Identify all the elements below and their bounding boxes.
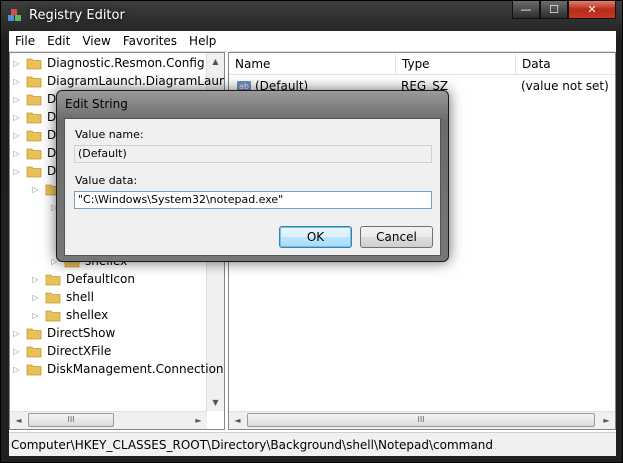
tree-item[interactable]: ▷ Di: [12, 126, 59, 144]
menu-edit[interactable]: Edit: [41, 31, 76, 51]
menu-bar: File Edit View Favorites Help: [9, 31, 616, 52]
registry-editor-window: Registry Editor — ☐ ✕ File Edit View Fav…: [0, 0, 623, 463]
title-bar[interactable]: Registry Editor — ☐ ✕: [1, 1, 622, 31]
ok-button[interactable]: OK: [279, 226, 352, 248]
folder-icon: [45, 274, 61, 285]
folder-icon: [26, 166, 42, 177]
list-scroll-left-arrow-icon[interactable]: ◄: [229, 412, 246, 429]
expand-arrow-icon[interactable]: ▷: [12, 77, 21, 86]
tree-item[interactable]: ▷ DefaultIcon: [31, 270, 135, 288]
expand-arrow-icon[interactable]: ▷: [31, 275, 40, 284]
tree-scroll-thumb[interactable]: III: [28, 413, 114, 427]
scroll-down-arrow-icon[interactable]: ▼: [207, 394, 224, 411]
tree-item[interactable]: ▷ Diagnostic.Resmon.Config: [12, 54, 205, 72]
regedit-icon: [8, 9, 21, 21]
expand-arrow-icon[interactable]: ▷: [31, 293, 40, 302]
tree-item-label: DirectShow: [47, 326, 116, 340]
folder-icon: [26, 94, 42, 105]
expand-arrow-icon[interactable]: ▷: [12, 149, 21, 158]
expand-arrow-icon[interactable]: ▷: [12, 329, 21, 338]
column-header-name[interactable]: Name: [229, 53, 396, 75]
expand-arrow-icon[interactable]: ▷: [12, 347, 21, 356]
tree-item[interactable]: ▷ Di: [12, 162, 59, 180]
folder-icon: [26, 148, 42, 159]
tree-horizontal-scrollbar[interactable]: ◄ III ►: [10, 411, 207, 429]
tree-item[interactable]: ▷ Di: [12, 108, 59, 126]
tree-item[interactable]: ▷ DirectXFile: [12, 342, 111, 360]
folder-icon: [26, 364, 42, 375]
tree-item-label: Diagnostic.Resmon.Config: [47, 56, 205, 70]
menu-favorites[interactable]: Favorites: [117, 31, 183, 51]
expand-arrow-icon[interactable]: ▷: [12, 113, 21, 122]
tree-item[interactable]: ▷ shell: [31, 288, 94, 306]
tree-item[interactable]: ▷ DiskManagement.Connection: [12, 360, 224, 378]
expand-arrow-icon[interactable]: ▷: [12, 365, 21, 374]
expand-arrow-icon[interactable]: ▷: [31, 311, 40, 320]
menu-view[interactable]: View: [76, 31, 116, 51]
folder-icon: [45, 310, 61, 321]
expand-arrow-icon[interactable]: ▷: [12, 59, 21, 68]
scroll-right-arrow-icon[interactable]: ►: [190, 412, 207, 429]
value-data-label: Value data:: [75, 174, 138, 187]
minimize-button[interactable]: —: [512, 1, 540, 19]
folder-icon: [26, 112, 42, 123]
tree-item[interactable]: ▷ DirectShow: [12, 324, 115, 342]
dialog-body: Value name: (Default) Value data: "C:\Wi…: [64, 118, 441, 256]
list-scroll-thumb[interactable]: III: [247, 413, 595, 427]
list-horizontal-scrollbar[interactable]: ◄ III ►: [229, 411, 615, 429]
close-button[interactable]: ✕: [568, 1, 616, 19]
tree-item-label: DefaultIcon: [66, 272, 135, 286]
folder-icon: [45, 292, 61, 303]
folder-icon: [26, 76, 42, 87]
expand-arrow-icon[interactable]: ▷: [12, 167, 21, 176]
edit-string-dialog: Edit String Value name: (Default) Value …: [56, 90, 449, 262]
tree-item-label: DirectXFile: [47, 344, 112, 358]
tree-item-label: DiagramLaunch.DiagramLaun: [47, 74, 225, 88]
scroll-up-arrow-icon[interactable]: ▲: [207, 53, 224, 70]
cancel-button[interactable]: Cancel: [360, 226, 433, 248]
column-header-type[interactable]: Type: [396, 53, 516, 75]
folder-icon: [26, 346, 42, 357]
tree-item-label: shell: [66, 290, 94, 304]
dialog-title: Edit String: [65, 97, 128, 111]
value-name-field: (Default): [74, 145, 432, 163]
value-name-label: Value name:: [75, 128, 144, 141]
maximize-button[interactable]: ☐: [540, 1, 568, 19]
menu-file[interactable]: File: [9, 31, 41, 51]
folder-icon: [26, 58, 42, 69]
tree-item-label: shellex: [66, 308, 109, 322]
list-scroll-right-arrow-icon[interactable]: ►: [598, 412, 615, 429]
column-header-data[interactable]: Data: [516, 53, 615, 75]
tree-item[interactable]: ▷ Di: [12, 90, 59, 108]
value-data-input[interactable]: "C:\Windows\System32\notepad.exe": [74, 191, 432, 209]
value-data: (value not set): [521, 79, 609, 93]
tree-item[interactable]: ▷ DiagramLaunch.DiagramLaun: [12, 72, 225, 90]
scroll-left-arrow-icon[interactable]: ◄: [10, 412, 27, 429]
window-title: Registry Editor: [29, 8, 125, 23]
folder-icon: [26, 328, 42, 339]
expand-arrow-icon[interactable]: ▷: [31, 185, 40, 194]
tree-item-label: DiskManagement.Connection: [47, 362, 224, 376]
folder-icon: [26, 130, 42, 141]
tree-item[interactable]: ▷ shellex: [31, 306, 108, 324]
menu-help[interactable]: Help: [183, 31, 222, 51]
status-bar: Computer\HKEY_CLASSES_ROOT\Directory\Bac…: [9, 432, 616, 456]
expand-arrow-icon[interactable]: ▷: [12, 95, 21, 104]
expand-arrow-icon[interactable]: ▷: [12, 131, 21, 140]
tree-item[interactable]: ▷ Di: [12, 144, 59, 162]
